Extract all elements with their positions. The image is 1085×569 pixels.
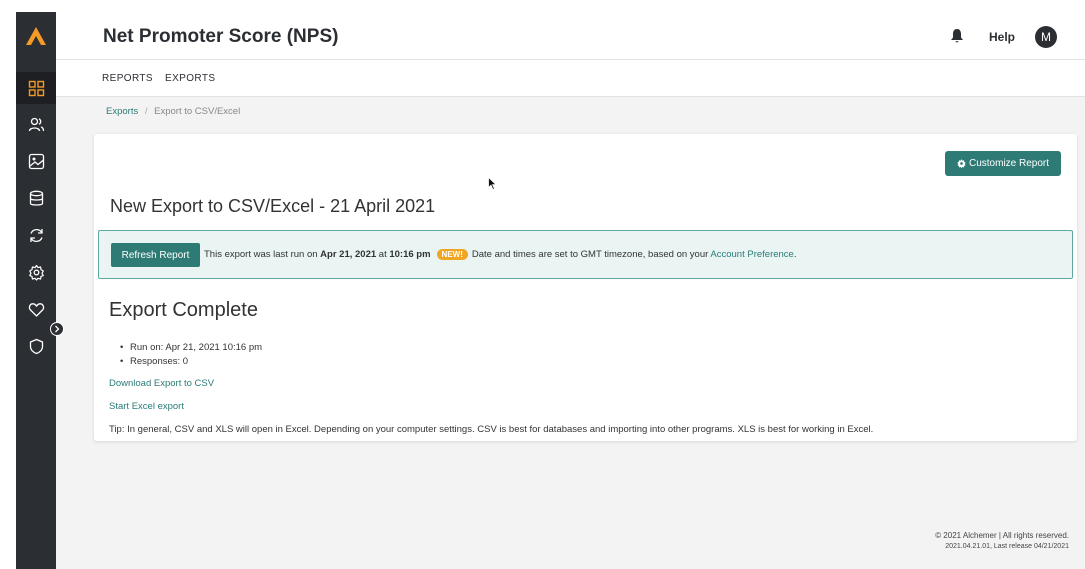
- bell-icon: [951, 29, 963, 43]
- export-complete-heading: Export Complete: [109, 299, 258, 321]
- tab-exports[interactable]: EXPORTS: [165, 73, 215, 84]
- alchemer-logo-icon[interactable]: [16, 12, 56, 60]
- sub-navigation: REPORTS EXPORTS: [56, 60, 1085, 97]
- export-info-text: This export was last run on Apr 21, 2021…: [204, 249, 796, 260]
- breadcrumb: Exports / Export to CSV/Excel: [106, 106, 240, 117]
- top-header: Net Promoter Score (NPS) Help M: [56, 12, 1085, 60]
- sidebar: [16, 12, 56, 569]
- tip-text: Tip: In general, CSV and XLS will open i…: [109, 424, 874, 435]
- info-time: 10:16 pm: [389, 249, 431, 260]
- grid-icon: [28, 80, 44, 96]
- database-icon: [29, 190, 43, 206]
- breadcrumb-current: Export to CSV/Excel: [154, 106, 241, 117]
- sidebar-item-settings[interactable]: [16, 256, 56, 288]
- heart-icon: [28, 302, 44, 317]
- image-icon: [28, 153, 44, 169]
- info-end: .: [793, 249, 797, 260]
- breadcrumb-exports-link[interactable]: Exports: [106, 106, 138, 117]
- info-date: Apr 21, 2021: [320, 249, 377, 260]
- export-stats-list: Run on: Apr 21, 2021 10:16 pm Responses:…: [120, 341, 262, 369]
- sidebar-expand-button[interactable]: [50, 322, 64, 336]
- export-title: New Export to CSV/Excel - 21 April 2021: [110, 196, 436, 216]
- help-link[interactable]: Help: [989, 30, 1015, 44]
- info-at: at: [376, 249, 390, 260]
- run-on-item: Run on: Apr 21, 2021 10:16 pm: [120, 341, 262, 355]
- refresh-icon: [29, 228, 43, 242]
- shield-icon: [29, 338, 43, 354]
- responses-item: Responses: 0: [120, 355, 262, 369]
- sidebar-item-security[interactable]: [16, 330, 56, 362]
- copyright-text: © 2021 Alchemer | All rights reserved.: [935, 531, 1069, 540]
- info-timezone: Date and times are set to GMT timezone, …: [471, 249, 711, 260]
- sidebar-item-media[interactable]: [16, 145, 56, 177]
- sidebar-item-contacts[interactable]: [16, 108, 56, 140]
- app-window: Net Promoter Score (NPS) Help M REPORTS …: [16, 12, 1085, 569]
- start-excel-export-link[interactable]: Start Excel export: [109, 401, 184, 412]
- customize-report-button[interactable]: Customize Report: [945, 151, 1061, 176]
- sidebar-item-favorites[interactable]: [16, 293, 56, 325]
- export-info-banner: Refresh Report This export was last run …: [98, 230, 1073, 279]
- sidebar-item-dashboard[interactable]: [16, 72, 56, 104]
- customize-report-label: Customize Report: [968, 158, 1050, 169]
- notifications-button[interactable]: [950, 28, 964, 49]
- gear-icon: [28, 264, 44, 281]
- new-badge: NEW!: [436, 249, 468, 260]
- mouse-cursor-icon: [488, 176, 498, 195]
- info-prefix: This export was last run on: [204, 249, 321, 260]
- users-icon: [28, 117, 44, 131]
- breadcrumb-separator: /: [144, 106, 148, 117]
- export-card: Customize Report New Export to CSV/Excel…: [94, 134, 1077, 441]
- gear-icon: [957, 159, 966, 168]
- account-preference-link[interactable]: Account Preference: [710, 249, 793, 260]
- refresh-report-button[interactable]: Refresh Report: [111, 243, 200, 267]
- page-title: Net Promoter Score (NPS): [103, 26, 339, 47]
- release-text: 2021.04.21.01, Last release 04/21/2021: [945, 543, 1069, 550]
- user-avatar[interactable]: M: [1035, 26, 1057, 48]
- chevron-right-icon: [55, 325, 60, 333]
- tab-reports[interactable]: REPORTS: [102, 73, 153, 84]
- sidebar-item-integrations[interactable]: [16, 219, 56, 251]
- footer: © 2021 Alchemer | All rights reserved. 2…: [935, 530, 1069, 552]
- download-csv-link[interactable]: Download Export to CSV: [109, 378, 214, 389]
- sidebar-item-data[interactable]: [16, 182, 56, 214]
